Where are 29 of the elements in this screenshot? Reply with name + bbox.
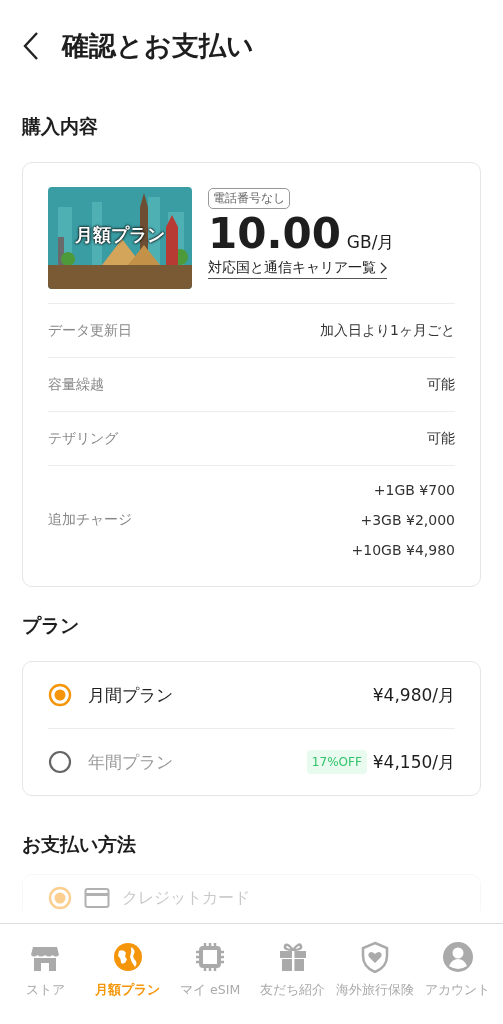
tab-bar-item[interactable]: マイ eSIM — [169, 924, 252, 1024]
row-value: 可能 — [427, 375, 455, 394]
discount-badge: 17%OFF — [306, 750, 367, 774]
tab-bar-item[interactable]: 月額プラン — [86, 924, 169, 1024]
tab-bar-item[interactable]: 友だち紹介 — [251, 924, 334, 1024]
plan-option-label: 月間プラン — [88, 683, 174, 707]
no-phone-number-badge: 電話番号なし — [208, 188, 290, 209]
plan-price: ¥4,150/月 — [372, 750, 455, 774]
row-label: 追加チャージ — [48, 511, 132, 529]
section-heading: お支払い方法 — [22, 832, 136, 857]
data-unit: GB/月 — [346, 231, 395, 254]
section-heading: 購入内容 — [22, 114, 98, 139]
plan-price: ¥4,980/月 — [372, 683, 455, 707]
data-amount: 10.00 — [208, 209, 341, 259]
section-heading: プラン — [22, 613, 79, 638]
tab-bar-item[interactable]: ストア — [4, 924, 86, 1024]
page-title: 確認とお支払い — [62, 29, 254, 63]
tab-bar-item[interactable]: 海外旅行保険 — [334, 924, 417, 1024]
row-value: +10GB ¥4,980 — [351, 542, 455, 558]
plan-option-label: 年間プラン — [88, 750, 174, 774]
row-value: +1GB ¥700 — [373, 482, 455, 498]
row-value: 可能 — [427, 429, 455, 448]
row-label: データ更新日 — [48, 321, 132, 340]
row-label: 容量繰越 — [48, 375, 104, 394]
row-label: テザリング — [48, 429, 118, 448]
tab-bar-item[interactable]: アカウント — [416, 924, 499, 1024]
row-value: +3GB ¥2,000 — [360, 512, 455, 528]
row-value: 加入日より1ヶ月ごと — [320, 321, 455, 340]
carrier-list-link[interactable]: 対応国と通信キャリア一覧 — [208, 259, 387, 279]
